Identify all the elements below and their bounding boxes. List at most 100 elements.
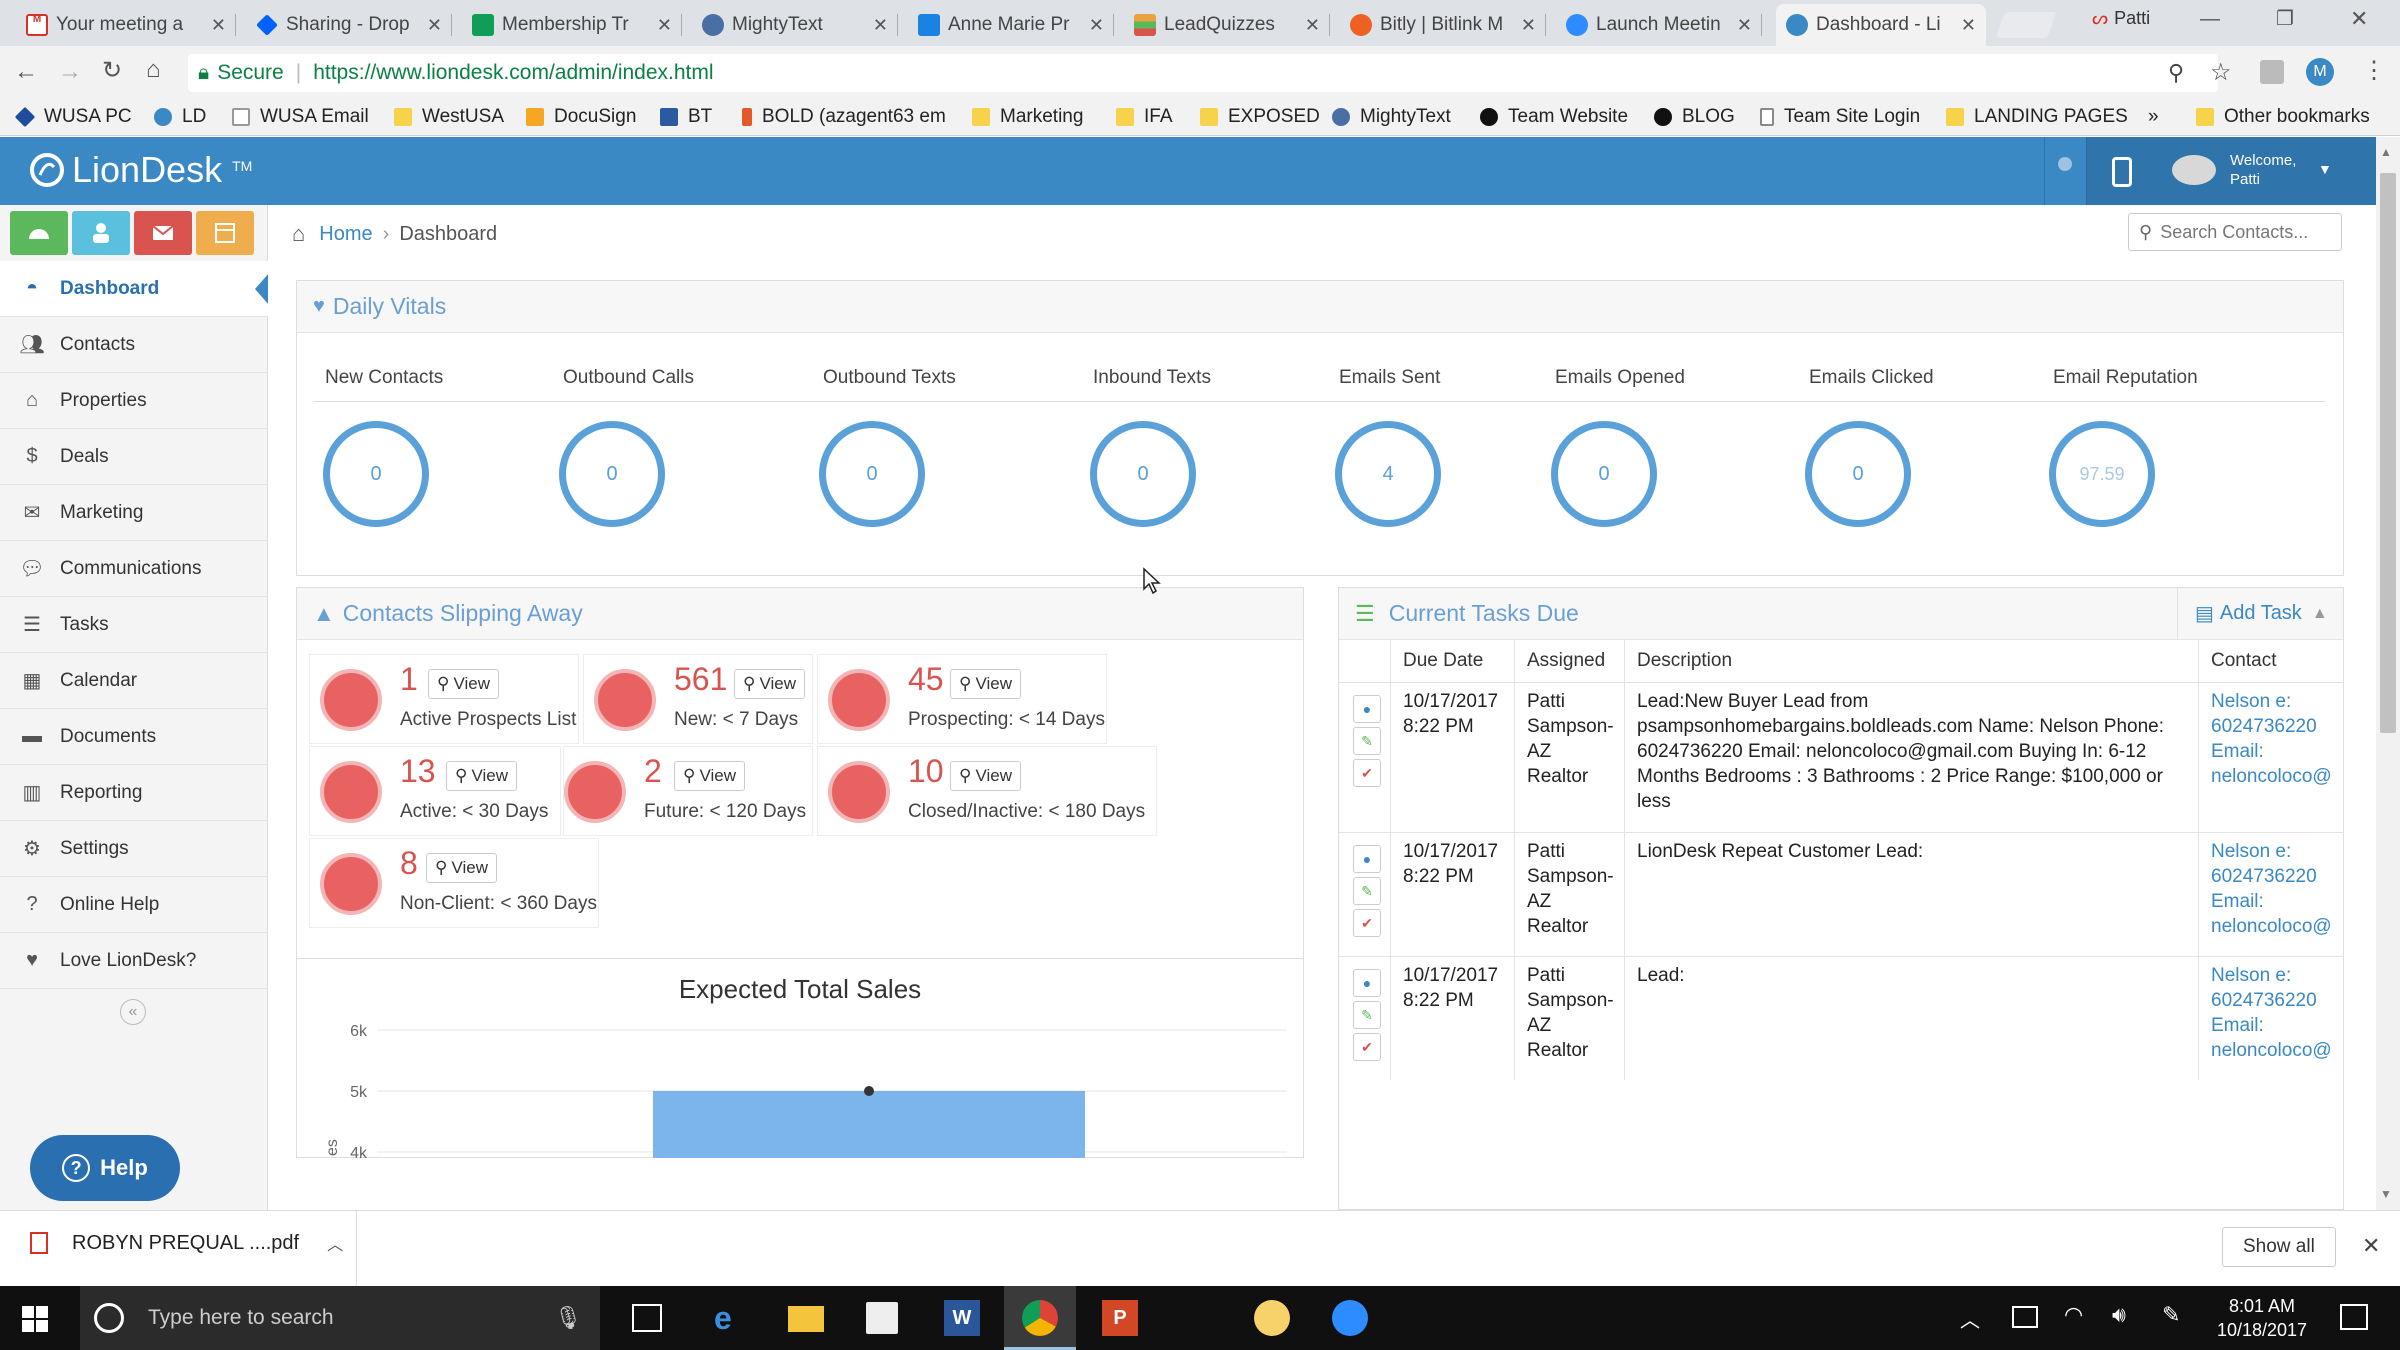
back-icon[interactable]: ←	[14, 58, 38, 86]
bookmark[interactable]: MightyText	[1332, 106, 1451, 128]
complete-icon[interactable]: ✔	[1353, 1033, 1381, 1061]
nav-dashboard[interactable]: ◓ Dashboard	[0, 261, 269, 317]
user-icon[interactable]: ●	[1353, 969, 1381, 997]
task-contact-link[interactable]: Nelson e: 6024736220 Email: neloncoloco@	[2199, 833, 2343, 956]
close-tab-icon[interactable]: ✕	[873, 15, 888, 36]
browser-tab[interactable]: Launch Meetin ✕	[1556, 4, 1762, 46]
collapse-sidebar-button[interactable]: «	[120, 999, 146, 1025]
browser-tab[interactable]: Anne Marie Pr ✕	[908, 4, 1114, 46]
close-tab-icon[interactable]: ✕	[1305, 15, 1320, 36]
nav-contacts[interactable]: 👥︎ Contacts	[0, 317, 268, 373]
vital-ring-emails-opened[interactable]: 0	[1551, 421, 1657, 527]
view-button[interactable]: ⚲ View	[428, 669, 499, 699]
slip-item[interactable]: 2 ⚲ View Future: < 120 Days	[563, 746, 813, 836]
profile-chip[interactable]: ᔕ Patti	[2092, 8, 2150, 29]
powerpoint-icon[interactable]: P	[1102, 1300, 1138, 1336]
quick-email-button[interactable]	[134, 211, 192, 255]
user-icon[interactable]: ●	[1353, 695, 1381, 723]
complete-icon[interactable]: ✔	[1353, 759, 1381, 787]
bookmark-folder[interactable]: Marketing	[972, 106, 1083, 128]
home-icon[interactable]: ⌂	[146, 56, 161, 84]
quick-calendar-button[interactable]	[196, 211, 254, 255]
view-button[interactable]: ⚲ View	[674, 761, 745, 791]
forward-icon[interactable]: →	[58, 58, 82, 86]
slip-item[interactable]: 8 ⚲ View Non-Client: < 360 Days	[309, 838, 599, 928]
chrome-taskbar-button[interactable]	[1004, 1286, 1076, 1350]
account-extension-icon[interactable]: M	[2306, 58, 2334, 86]
bookmark[interactable]: WUSA PC	[14, 106, 132, 128]
task-contact-link[interactable]: Nelson e: 6024736220 Email: neloncoloco@	[2199, 683, 2343, 832]
search-contacts-input[interactable]: ⚲ Search Contacts...	[2128, 213, 2342, 251]
vital-ring-emails-sent[interactable]: 4	[1335, 421, 1441, 527]
zoom-taskbar-icon[interactable]	[1332, 1300, 1368, 1336]
bookmark[interactable]: BOLD (azagent63 em	[742, 106, 946, 128]
store-icon[interactable]	[866, 1302, 898, 1334]
vital-ring-inbound-texts[interactable]: 0	[1090, 421, 1196, 527]
vital-ring-outbound-calls[interactable]: 0	[559, 421, 665, 527]
show-all-button[interactable]: Show all	[2222, 1227, 2336, 1267]
edit-icon[interactable]: ✎	[1353, 877, 1381, 905]
new-tab-button[interactable]	[1995, 12, 2057, 38]
col-contact[interactable]: Contact	[2199, 640, 2343, 682]
task-row[interactable]: ● ✎ ✔ 10/17/2017 8:22 PM Patti Sampson-A…	[1339, 832, 2343, 956]
quick-dashboard-button[interactable]	[10, 211, 68, 255]
action-center-icon[interactable]	[2340, 1304, 2368, 1330]
close-tab-icon[interactable]: ✕	[427, 15, 442, 36]
extension-icon[interactable]	[2260, 60, 2284, 84]
star-icon[interactable]: ☆	[2210, 58, 2232, 87]
browser-tab-active[interactable]: Dashboard - Li ✕	[1776, 4, 1986, 46]
maximize-button[interactable]: ❐	[2276, 6, 2294, 31]
notification-dot-icon[interactable]	[2058, 157, 2072, 171]
vital-ring-emails-clicked[interactable]: 0	[1805, 421, 1911, 527]
bookmark[interactable]: LD	[154, 106, 206, 128]
wifi-icon[interactable]: ◠	[2064, 1302, 2083, 1328]
show-hidden-icons[interactable]: ︿	[1960, 1304, 1980, 1333]
col-due-date[interactable]: Due Date	[1391, 640, 1515, 682]
view-button[interactable]: ⚲ View	[426, 853, 497, 883]
browser-tab[interactable]: Membership Tr ✕	[462, 4, 682, 46]
nav-calendar[interactable]: ▦ Calendar	[0, 653, 268, 709]
slip-item[interactable]: 561 ⚲ View New: < 7 Days	[583, 654, 813, 744]
view-button[interactable]: ⚲ View	[950, 669, 1021, 699]
address-bar[interactable]: 🔒︎ Secure | https://www.liondesk.com/adm…	[188, 54, 2218, 92]
bookmark[interactable]: BT	[660, 106, 712, 128]
download-item[interactable]: ROBYN PREQUAL ....pdf ︿	[30, 1231, 343, 1255]
bookmark[interactable]: DocuSign	[526, 106, 636, 128]
col-assigned[interactable]: Assigned	[1515, 640, 1625, 682]
slip-item[interactable]: 45 ⚲ View Prospecting: < 14 Days	[817, 654, 1107, 744]
reload-icon[interactable]: ↻	[102, 56, 122, 85]
nav-deals[interactable]: $ Deals	[0, 429, 268, 485]
nav-reporting[interactable]: ▥ Reporting	[0, 765, 268, 821]
user-icon[interactable]: ●	[1353, 845, 1381, 873]
scroll-up-icon[interactable]: ▲	[2380, 145, 2392, 159]
edit-icon[interactable]: ✎	[1353, 727, 1381, 755]
complete-icon[interactable]: ✔	[1353, 909, 1381, 937]
view-button[interactable]: ⚲ View	[950, 761, 1021, 791]
nav-documents[interactable]: ▬ Documents	[0, 709, 268, 765]
browser-tab[interactable]: MightyText ✕	[692, 4, 898, 46]
close-tab-icon[interactable]: ✕	[1521, 15, 1536, 36]
nav-love-liondesk[interactable]: ♥ Love LionDesk?	[0, 933, 268, 989]
battery-icon[interactable]	[2012, 1306, 2038, 1328]
windows-start-icon[interactable]	[22, 1306, 48, 1332]
nav-marketing[interactable]: ✉ Marketing	[0, 485, 268, 541]
liondesk-logo[interactable]: LionDesk TM	[30, 149, 252, 191]
scrollbar-thumb[interactable]	[2380, 173, 2396, 733]
close-tab-icon[interactable]: ✕	[1737, 15, 1752, 36]
nav-communications[interactable]: 💬︎ Communications	[0, 541, 268, 597]
minimize-button[interactable]: —	[2200, 8, 2220, 31]
task-row[interactable]: ● ✎ ✔ 10/17/2017 8:22 PM Patti Sampson-A…	[1339, 682, 2343, 832]
slip-item[interactable]: 10 ⚲ View Closed/Inactive: < 180 Days	[817, 746, 1157, 836]
user-menu[interactable]: Welcome, Patti ▼	[2158, 137, 2376, 205]
mobile-button[interactable]	[2086, 137, 2158, 205]
close-tab-icon[interactable]: ✕	[657, 15, 672, 36]
clock[interactable]: 8:01 AM 10/18/2017	[2212, 1294, 2312, 1342]
browser-tab[interactable]: LeadQuizzes ✕	[1124, 4, 1330, 46]
browser-tab[interactable]: Sharing - Drop ✕	[246, 4, 452, 46]
other-bookmarks[interactable]: Other bookmarks	[2196, 106, 2370, 128]
col-description[interactable]: Description	[1625, 640, 2199, 682]
vital-ring-email-reputation[interactable]: 97.59	[2049, 421, 2155, 527]
task-row[interactable]: ● ✎ ✔ 10/17/2017 8:22 PM Patti Sampson-A…	[1339, 956, 2343, 1080]
pen-icon[interactable]: ✎	[2162, 1302, 2180, 1328]
nav-properties[interactable]: ⌂ Properties	[0, 373, 268, 429]
